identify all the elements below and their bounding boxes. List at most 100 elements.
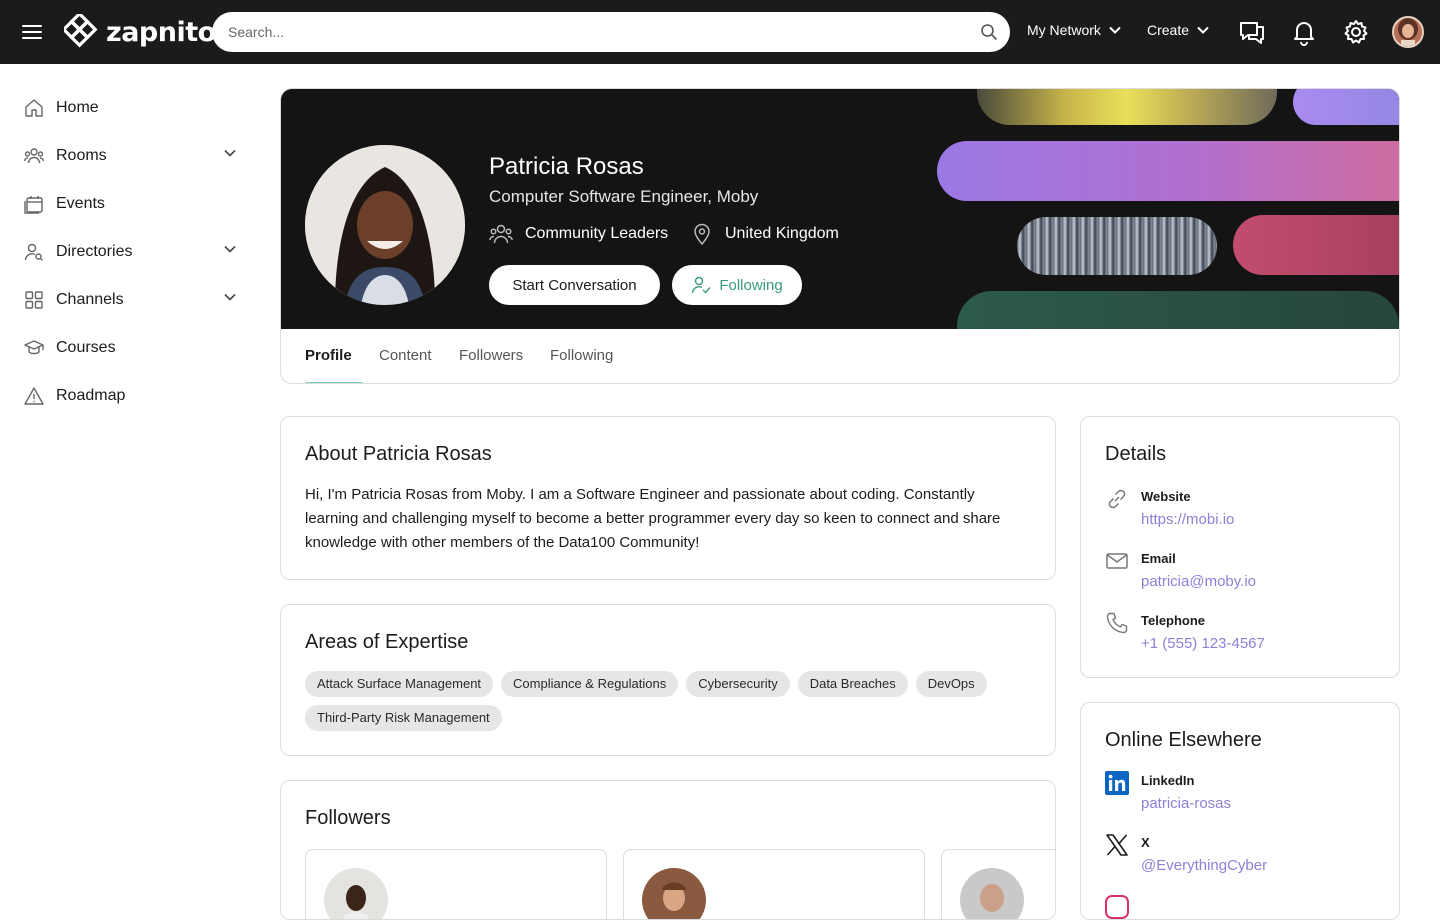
top-bar: zapnito My Network Create (0, 0, 1440, 64)
profile-location-label: United Kingdom (725, 225, 839, 242)
expertise-tags: Attack Surface Management Compliance & R… (305, 671, 1035, 731)
banner-pill-purple-large (937, 141, 1399, 201)
chevron-down-icon[interactable] (224, 149, 236, 157)
chevron-down-icon (1109, 26, 1121, 34)
detail-label: Website (1141, 489, 1191, 504)
details-title: Details (1105, 443, 1167, 465)
people-search-icon (24, 243, 43, 261)
start-conversation-label: Start Conversation (512, 276, 637, 294)
expertise-tag[interactable]: Cybersecurity (686, 671, 790, 697)
follower-avatar (642, 868, 706, 919)
nav-create[interactable]: Create (1147, 22, 1209, 38)
follower-avatar (324, 868, 388, 919)
banner-pill-purple-small (1293, 89, 1399, 125)
home-icon (25, 99, 43, 117)
profile-photo (305, 145, 465, 305)
linkedin-icon (1105, 771, 1129, 795)
nav-my-network[interactable]: My Network (1027, 22, 1121, 38)
banner-photo-notes (977, 89, 1277, 125)
profile-tabs: Profile Content Followers Following (281, 329, 1399, 383)
followers-card: Followers (280, 780, 1056, 920)
link-icon (1108, 489, 1126, 509)
sidebar-item-label: Rooms (56, 147, 107, 164)
users-icon (489, 224, 513, 244)
elsewhere-label: LinkedIn (1141, 773, 1195, 788)
expertise-tag[interactable]: DevOps (915, 671, 987, 697)
location-pin-icon (694, 223, 710, 245)
start-conversation-button[interactable]: Start Conversation (489, 265, 660, 305)
elsewhere-title: Online Elsewhere (1105, 729, 1262, 751)
active-tab-indicator (305, 382, 363, 383)
graduation-cap-icon (24, 340, 44, 355)
phone-icon (1106, 612, 1128, 634)
tab-followers[interactable]: Followers (459, 347, 523, 364)
sidebar-item-events[interactable]: Events (24, 190, 240, 218)
sidebar-item-channels[interactable]: Channels (24, 286, 240, 314)
bell-icon[interactable] (1290, 18, 1318, 46)
expertise-tag[interactable]: Data Breaches (797, 671, 908, 697)
profile-location: United Kingdom (691, 223, 839, 245)
sidebar-item-roadmap[interactable]: Roadmap (24, 382, 240, 410)
chevron-down-icon[interactable] (224, 245, 236, 253)
sidebar-item-directories[interactable]: Directories (24, 238, 240, 266)
profile-portrait (305, 145, 465, 305)
tab-content[interactable]: Content (379, 347, 432, 364)
zapnito-logo-icon (64, 14, 98, 48)
sidebar-item-label: Directories (56, 243, 133, 260)
x-link[interactable]: @EverythingCyber (1141, 857, 1267, 874)
about-title: About Patricia Rosas (305, 443, 492, 465)
linkedin-link[interactable]: patricia-rosas (1141, 795, 1231, 812)
chat-icon[interactable] (1238, 18, 1266, 46)
about-card: About Patricia Rosas Hi, I'm Patricia Ro… (280, 416, 1056, 580)
profile-banner: Patricia Rosas Computer Software Enginee… (281, 89, 1399, 329)
detail-label: Email (1141, 551, 1176, 566)
logo[interactable]: zapnito (64, 14, 216, 50)
gear-icon[interactable] (1342, 18, 1370, 46)
expertise-card: Areas of Expertise Attack Surface Manage… (280, 604, 1056, 756)
sidebar-item-label: Home (56, 99, 99, 116)
search-input[interactable] (228, 12, 968, 52)
search-icon[interactable] (980, 23, 998, 41)
menu-icon[interactable] (20, 22, 44, 42)
sidebar-item-label: Events (56, 195, 105, 212)
sidebar-item-label: Courses (56, 339, 116, 356)
logo-text: zapnito (106, 16, 216, 48)
telephone-link[interactable]: +1 (555) 123-4567 (1141, 635, 1265, 652)
search-box[interactable] (212, 12, 1010, 52)
expertise-title: Areas of Expertise (305, 631, 469, 653)
mail-icon (1106, 553, 1128, 569)
follower-card[interactable] (623, 849, 925, 919)
tab-profile[interactable]: Profile (305, 347, 352, 364)
following-button[interactable]: Following (672, 265, 802, 305)
sidebar-item-rooms[interactable]: Rooms (24, 142, 240, 170)
email-link[interactable]: patricia@moby.io (1141, 573, 1256, 590)
tab-following[interactable]: Following (550, 347, 613, 364)
follower-card[interactable] (941, 849, 1055, 919)
nav-create-label: Create (1147, 22, 1190, 38)
banner-pill-pink (1233, 215, 1399, 275)
avatar-photo (1394, 18, 1422, 46)
followers-title: Followers (305, 807, 391, 829)
sidebar-item-courses[interactable]: Courses (24, 334, 240, 362)
banner-pill-green (957, 291, 1399, 329)
profile-header-card: Patricia Rosas Computer Software Enginee… (280, 88, 1400, 384)
warning-icon (24, 387, 44, 405)
follower-card[interactable] (305, 849, 607, 919)
expertise-tag[interactable]: Compliance & Regulations (501, 671, 679, 697)
online-elsewhere-card: Online Elsewhere LinkedIn patricia-rosas… (1080, 702, 1400, 920)
expertise-tag[interactable]: Attack Surface Management (305, 671, 494, 697)
instagram-icon (1105, 895, 1129, 919)
details-card: Details Website https://mobi.io Email pa… (1080, 416, 1400, 678)
sidebar-item-home[interactable]: Home (24, 94, 240, 122)
website-link[interactable]: https://mobi.io (1141, 511, 1234, 528)
profile-title: Computer Software Engineer, Moby (489, 187, 759, 206)
user-avatar[interactable] (1392, 16, 1424, 48)
expertise-tag[interactable]: Third-Party Risk Management (305, 705, 502, 731)
profile-name: Patricia Rosas (489, 153, 644, 180)
user-check-icon (692, 276, 711, 294)
sidebar-item-label: Channels (56, 291, 124, 308)
profile-group[interactable]: Community Leaders (489, 223, 668, 245)
chevron-down-icon[interactable] (224, 293, 236, 301)
users-icon (24, 148, 44, 164)
nav-my-network-label: My Network (1027, 22, 1101, 38)
